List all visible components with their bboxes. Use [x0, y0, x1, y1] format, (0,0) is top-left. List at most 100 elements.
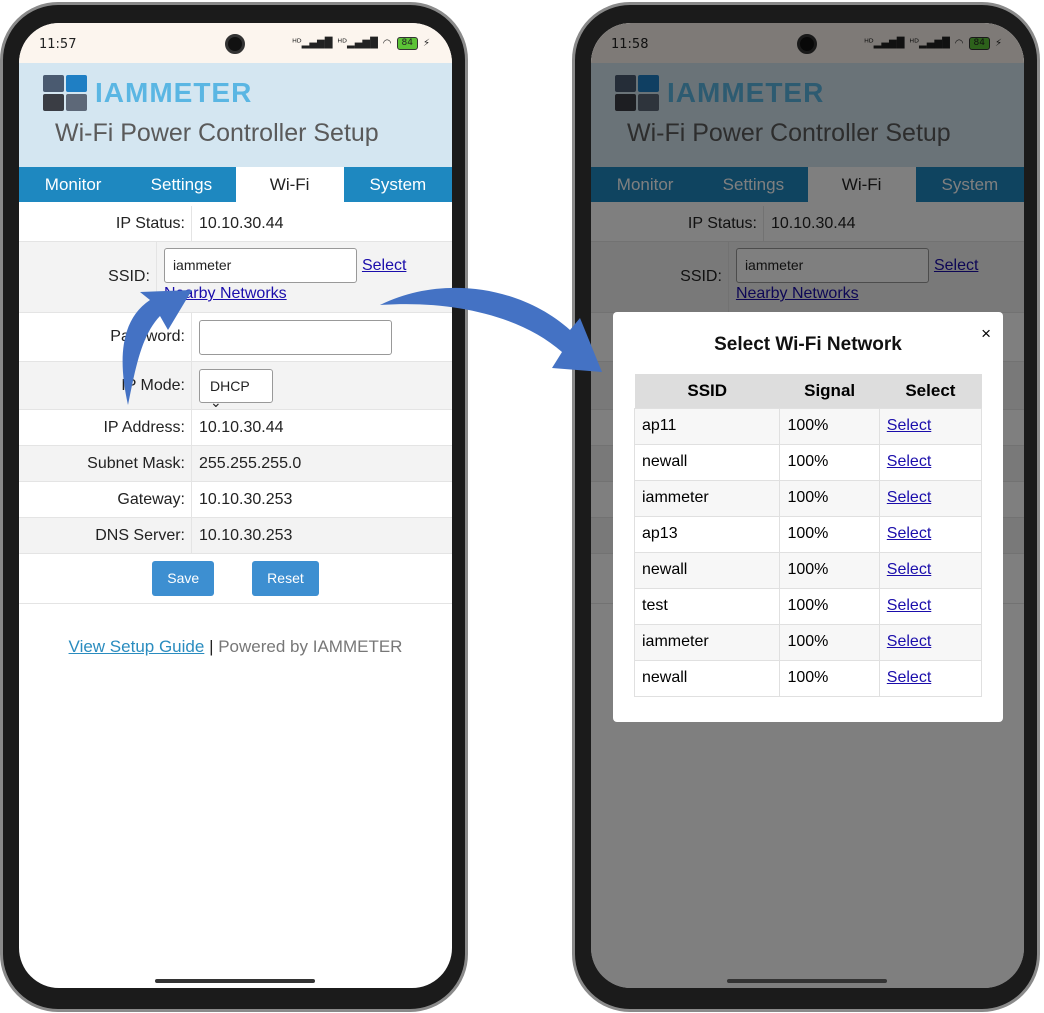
- network-row: iammeter 100% Select: [633, 623, 983, 661]
- network-ssid: newall: [633, 659, 781, 697]
- column-header-ssid: SSID: [634, 374, 780, 408]
- phone-right: 11:58 ᴴᴰ▂▄▆█ ᴴᴰ▂▄▆█ ◠ 84 ⚡ IAMMETER Wi-F…: [572, 2, 1040, 1012]
- charging-icon: ⚡: [422, 38, 430, 49]
- network-row: iammeter 100% Select: [633, 479, 983, 517]
- screen-right: 11:58 ᴴᴰ▂▄▆█ ᴴᴰ▂▄▆█ ◠ 84 ⚡ IAMMETER Wi-F…: [591, 23, 1024, 988]
- ssid-row: SSID: iammeter Select Nearby Networks: [19, 242, 452, 313]
- subnet-label: Subnet Mask:: [19, 446, 192, 481]
- camera-icon: [225, 34, 245, 54]
- wifi-form: IP Status: 10.10.30.44 SSID: iammeter Se…: [19, 206, 452, 604]
- network-select-link[interactable]: Select: [887, 489, 931, 506]
- network-row: newall 100% Select: [633, 659, 983, 697]
- ip-address-value: 10.10.30.44: [199, 418, 284, 436]
- logo-text: IAMMETER: [95, 77, 253, 108]
- form-buttons: Save Reset: [19, 554, 452, 604]
- dns-label: DNS Server:: [19, 518, 192, 553]
- network-select-link[interactable]: Select: [887, 669, 931, 686]
- chevron-down-icon: ⌄: [210, 393, 222, 410]
- network-signal: 100%: [779, 623, 880, 661]
- network-ssid: ap13: [633, 515, 781, 553]
- ip-status-label: IP Status:: [19, 206, 192, 241]
- network-select-link[interactable]: Select: [887, 561, 931, 578]
- tab-wifi[interactable]: Wi-Fi: [235, 167, 344, 202]
- network-signal: 100%: [779, 515, 880, 553]
- password-label: Password:: [19, 313, 192, 361]
- save-button[interactable]: Save: [152, 561, 215, 596]
- tab-bar: Monitor Settings Wi-Fi System: [19, 167, 452, 202]
- tab-system[interactable]: System: [344, 167, 452, 202]
- ip-mode-row: IP Mode: DHCP ⌄: [19, 362, 452, 410]
- page-header: IAMMETER Wi-Fi Power Controller Setup: [19, 63, 452, 167]
- network-select-link[interactable]: Select: [887, 597, 931, 614]
- ip-status-value: 10.10.30.44: [199, 214, 284, 232]
- dns-value: 10.10.30.253: [199, 526, 293, 544]
- column-header-signal: Signal: [779, 374, 880, 408]
- tab-monitor[interactable]: Monitor: [19, 167, 127, 202]
- gateway-row: Gateway: 10.10.30.253: [19, 482, 452, 518]
- network-table: SSID Signal Select ap11 100% Select newal…: [633, 374, 983, 697]
- subnet-row: Subnet Mask: 255.255.255.0: [19, 446, 452, 482]
- network-signal: 100%: [779, 659, 880, 697]
- network-ssid: iammeter: [633, 479, 781, 517]
- ssid-input[interactable]: iammeter: [163, 248, 357, 283]
- ip-address-label: IP Address:: [19, 410, 192, 445]
- gateway-label: Gateway:: [19, 482, 192, 517]
- ip-mode-label: IP Mode:: [19, 362, 192, 409]
- ip-status-row: IP Status: 10.10.30.44: [19, 206, 452, 242]
- status-icons: ᴴᴰ▂▄▆█ ᴴᴰ▂▄▆█ ◠ 84 ⚡: [292, 37, 430, 50]
- network-signal: 100%: [779, 407, 880, 445]
- ip-address-row: IP Address: 10.10.30.44: [19, 410, 452, 446]
- network-select-link[interactable]: Select: [887, 453, 931, 470]
- network-select-link[interactable]: Select: [887, 525, 931, 542]
- setup-guide-link[interactable]: View Setup Guide: [69, 637, 205, 656]
- network-row: test 100% Select: [633, 587, 983, 625]
- status-time: 11:57: [39, 37, 77, 52]
- screen-left: 11:57 ᴴᴰ▂▄▆█ ᴴᴰ▂▄▆█ ◠ 84 ⚡ IAMMETER Wi-F…: [19, 23, 452, 988]
- gateway-value: 10.10.30.253: [199, 490, 293, 508]
- network-ssid: ap11: [633, 407, 781, 445]
- network-select-link[interactable]: Select: [887, 633, 931, 650]
- footer: View Setup Guide | Powered by IAMMETER: [19, 637, 452, 657]
- footer-separator: |: [209, 637, 214, 656]
- nearby-networks-link[interactable]: Nearby Networks: [164, 285, 452, 303]
- network-signal: 100%: [779, 551, 880, 589]
- dns-row: DNS Server: 10.10.30.253: [19, 518, 452, 554]
- tab-settings[interactable]: Settings: [127, 167, 235, 202]
- wifi-icon: ◠: [382, 38, 392, 49]
- ip-mode-value: DHCP: [210, 377, 250, 394]
- network-ssid: test: [633, 587, 781, 625]
- logo-icon: [43, 75, 87, 111]
- close-icon[interactable]: ×: [981, 324, 991, 344]
- select-link[interactable]: Select: [362, 257, 406, 275]
- reset-button[interactable]: Reset: [252, 561, 319, 596]
- network-row: ap11 100% Select: [633, 407, 983, 445]
- powered-by: Powered by IAMMETER: [218, 637, 403, 656]
- password-input[interactable]: [199, 319, 392, 355]
- home-indicator[interactable]: [155, 979, 315, 983]
- subnet-value: 255.255.255.0: [199, 454, 302, 472]
- signal-icon: ᴴᴰ▂▄▆█: [337, 38, 378, 49]
- select-wifi-modal: × Select Wi-Fi Network SSID Signal Selec…: [613, 312, 1003, 722]
- network-select-link[interactable]: Select: [887, 417, 931, 434]
- column-header-select: Select: [879, 374, 982, 408]
- home-indicator[interactable]: [727, 979, 887, 983]
- network-ssid: newall: [633, 443, 781, 481]
- signal-icon: ᴴᴰ▂▄▆█: [292, 38, 333, 49]
- network-ssid: iammeter: [633, 623, 781, 661]
- network-signal: 100%: [779, 479, 880, 517]
- page-title: Wi-Fi Power Controller Setup: [55, 119, 379, 147]
- network-signal: 100%: [779, 443, 880, 481]
- network-row: ap13 100% Select: [633, 515, 983, 553]
- ip-mode-select[interactable]: DHCP ⌄: [199, 368, 273, 410]
- network-row: newall 100% Select: [633, 551, 983, 589]
- network-row: newall 100% Select: [633, 443, 983, 481]
- logo: IAMMETER: [43, 75, 252, 111]
- ssid-label: SSID:: [19, 242, 157, 312]
- network-signal: 100%: [779, 587, 880, 625]
- modal-title: Select Wi-Fi Network: [714, 334, 902, 355]
- status-bar: 11:57 ᴴᴰ▂▄▆█ ᴴᴰ▂▄▆█ ◠ 84 ⚡: [19, 23, 452, 63]
- network-ssid: newall: [633, 551, 781, 589]
- battery-icon: 84: [396, 37, 418, 50]
- phone-left: 11:57 ᴴᴰ▂▄▆█ ᴴᴰ▂▄▆█ ◠ 84 ⚡ IAMMETER Wi-F…: [0, 2, 468, 1012]
- password-row: Password:: [19, 313, 452, 362]
